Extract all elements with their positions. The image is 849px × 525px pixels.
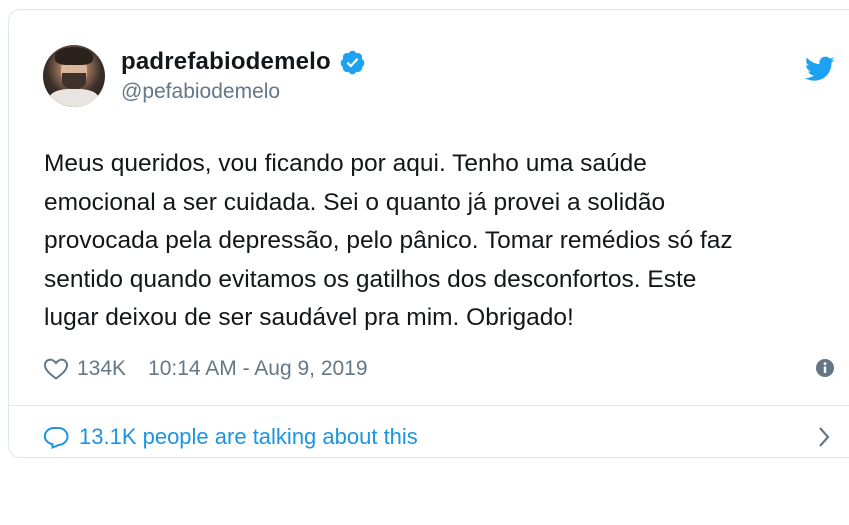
conversation-link[interactable]: 13.1K people are talking about this	[43, 417, 835, 457]
heart-icon[interactable]	[43, 357, 69, 381]
speech-bubble-icon	[43, 427, 69, 449]
author-handle[interactable]: @pefabiodemelo	[121, 80, 366, 104]
twitter-bird-icon[interactable]	[805, 56, 835, 82]
chevron-right-icon[interactable]	[817, 426, 831, 448]
display-name-row: padrefabiodemelo	[121, 48, 366, 76]
tweet-card: padrefabiodemelo @pefabiodemelo Meus que…	[8, 9, 849, 458]
display-name[interactable]: padrefabiodemelo	[121, 48, 331, 76]
avatar[interactable]	[43, 45, 105, 107]
tweet-text: Meus queridos, vou ficando por aqui. Ten…	[44, 150, 733, 331]
tweet-timestamp[interactable]: 10:14 AM - Aug 9, 2019	[148, 357, 368, 381]
verified-badge-icon	[340, 50, 365, 74]
tweet-meta: 134K 10:14 AM - Aug 9, 2019	[43, 352, 835, 386]
talking-text: 13.1K people are talking about this	[79, 424, 418, 449]
divider	[9, 405, 849, 406]
info-icon[interactable]	[815, 358, 835, 378]
tweet-header: padrefabiodemelo @pefabiodemelo	[43, 44, 366, 108]
like-count[interactable]: 134K	[77, 357, 126, 381]
author-names: padrefabiodemelo @pefabiodemelo	[121, 48, 366, 104]
